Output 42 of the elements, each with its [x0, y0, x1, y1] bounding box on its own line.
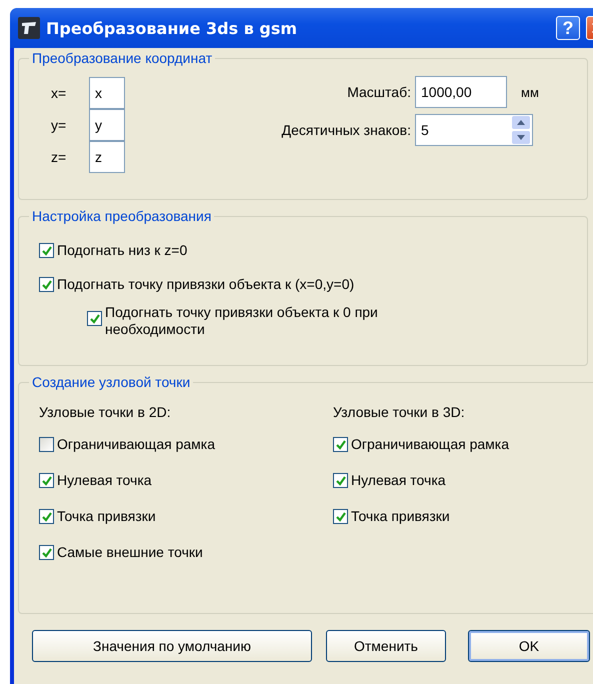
- checkbox[interactable]: [39, 545, 54, 560]
- scale-field[interactable]: 1000,00: [415, 76, 507, 108]
- checkbox[interactable]: [87, 311, 102, 326]
- input-field[interactable]: y: [89, 109, 125, 141]
- checkbox-label: Подогнать точку привязки объекта к 0 при необходимости: [105, 304, 379, 338]
- column-heading: Узловые точки в 2D:: [39, 404, 172, 420]
- checkbox-label: Ограничивающая рамка: [57, 436, 215, 452]
- axis-label: x=: [51, 85, 68, 101]
- checkbox-label: Подогнать низ к z=0: [57, 242, 188, 258]
- app-icon: [18, 17, 40, 39]
- checkbox[interactable]: [39, 243, 54, 258]
- window-title: Преобразование 3ds в gsm: [46, 18, 298, 38]
- decimals-label: Десятичных знаков:: [280, 122, 411, 138]
- checkbox[interactable]: [333, 473, 348, 488]
- checkbox-label: Точка привязки: [57, 508, 156, 524]
- checkbox-label: Нулевая точка: [57, 472, 152, 488]
- checkbox[interactable]: [39, 473, 54, 488]
- help-button[interactable]: ?: [556, 16, 580, 40]
- column-heading: Узловые точки в 3D:: [333, 404, 466, 420]
- checkbox[interactable]: [333, 509, 348, 524]
- group-title: Создание узловой точки: [31, 374, 192, 390]
- checkbox-label: Нулевая точка: [351, 472, 446, 488]
- axis-label: z=: [51, 149, 68, 165]
- checkbox[interactable]: [39, 509, 54, 524]
- checkbox-label: Подогнать точку привязки объекта к (x=0,y=0): [57, 276, 354, 292]
- checkbox-label: Ограничивающая рамка: [351, 436, 509, 452]
- input-field[interactable]: x: [89, 77, 125, 109]
- checkbox[interactable]: [333, 437, 348, 452]
- checkbox-label: Самые внешние точки: [57, 544, 203, 560]
- checkbox-label: Точка привязки: [351, 508, 450, 524]
- input-field[interactable]: z: [89, 141, 125, 173]
- dialog-button[interactable]: OK: [468, 630, 590, 662]
- scale-label: Масштаб:: [346, 84, 411, 100]
- checkbox[interactable]: [39, 437, 54, 452]
- axis-label: y=: [51, 117, 68, 133]
- unit-label: мм: [521, 84, 539, 100]
- checkbox[interactable]: [39, 277, 54, 292]
- group-title: Настройка преобразования: [31, 208, 212, 224]
- spin-arrows-icon[interactable]: [512, 116, 530, 144]
- group-title: Преобразование координат: [31, 50, 214, 66]
- dialog-button[interactable]: Отменить: [326, 630, 446, 662]
- dialog-button[interactable]: Значения по умолчанию: [32, 630, 312, 662]
